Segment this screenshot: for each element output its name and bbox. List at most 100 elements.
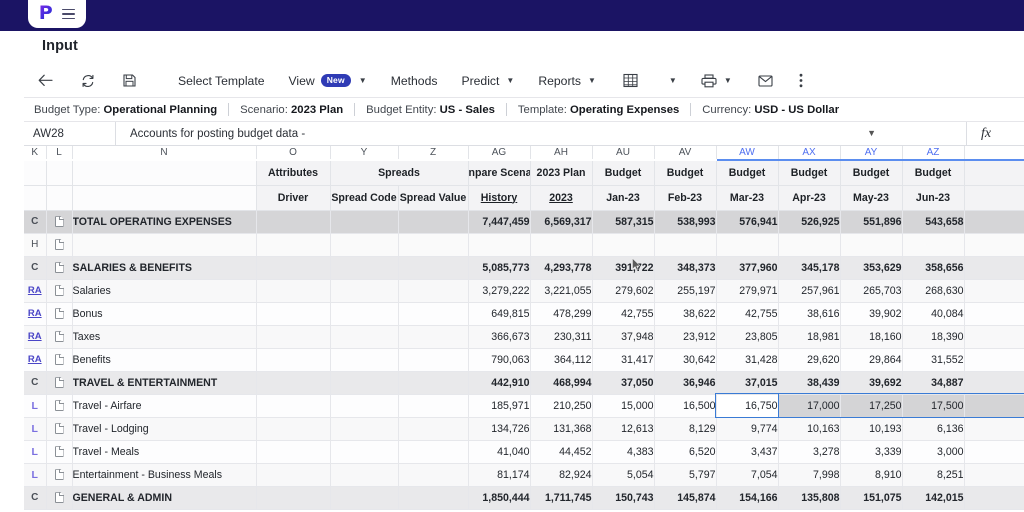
budget-month-cell[interactable]: 29,620 bbox=[778, 348, 841, 372]
row-marker-line[interactable]: L bbox=[32, 400, 38, 412]
budget-month-cell[interactable]: 150,743 bbox=[592, 486, 655, 510]
row-note-cell[interactable] bbox=[46, 325, 73, 349]
driver-cell[interactable] bbox=[256, 325, 331, 349]
chevron-down-icon[interactable]: ▼ bbox=[867, 128, 876, 138]
history-value-cell[interactable]: 5,085,773 bbox=[468, 256, 531, 280]
back-button[interactable] bbox=[24, 68, 67, 94]
budget-month-cell[interactable]: 38,439 bbox=[778, 371, 841, 395]
row-note-cell[interactable] bbox=[46, 440, 73, 464]
row-marker[interactable]: RA bbox=[24, 325, 47, 349]
row-note-cell[interactable] bbox=[46, 256, 73, 280]
col-letter-AX[interactable]: AX bbox=[778, 146, 841, 161]
budget-month-cell[interactable]: 29,707 bbox=[964, 348, 1024, 372]
spread-code-cell[interactable] bbox=[330, 394, 399, 418]
budget-month-cell[interactable]: 6,520 bbox=[654, 440, 717, 464]
col-letter-L[interactable]: L bbox=[46, 146, 73, 161]
spread-code-cell[interactable] bbox=[330, 348, 399, 372]
budget-month-cell[interactable]: 16,750 bbox=[716, 394, 779, 418]
spread-code-cell[interactable] bbox=[330, 302, 399, 326]
history-value-cell[interactable]: 81,174 bbox=[468, 463, 531, 487]
more-options-button[interactable] bbox=[789, 68, 813, 94]
budget-month-cell[interactable]: 8,251 bbox=[902, 463, 965, 487]
row-marker[interactable]: RA bbox=[24, 348, 47, 372]
row-note-cell[interactable] bbox=[46, 417, 73, 441]
row-note-cell[interactable] bbox=[46, 233, 73, 257]
col-letter-BA[interactable]: BA bbox=[964, 146, 1024, 161]
account-label-cell[interactable]: Travel - Meals bbox=[72, 440, 257, 464]
budget-month-cell[interactable]: 576,941 bbox=[716, 210, 779, 234]
document-icon[interactable] bbox=[55, 469, 64, 480]
budget-month-cell[interactable]: 377,960 bbox=[716, 256, 779, 280]
col-letter-AV[interactable]: AV bbox=[654, 146, 717, 161]
account-label-cell[interactable]: Taxes bbox=[72, 325, 257, 349]
row-marker[interactable]: H bbox=[24, 233, 47, 257]
col-letter-AU[interactable]: AU bbox=[592, 146, 655, 161]
budget-month-cell[interactable]: 6,136 bbox=[902, 417, 965, 441]
budget-month-cell[interactable]: 279,602 bbox=[592, 279, 655, 303]
row-note-cell[interactable] bbox=[46, 371, 73, 395]
budget-month-cell[interactable]: 279,971 bbox=[716, 279, 779, 303]
spread-value-cell[interactable] bbox=[398, 440, 469, 464]
app-logo-tab[interactable]: P bbox=[28, 0, 86, 28]
budget-month-cell[interactable]: 18,981 bbox=[778, 325, 841, 349]
budget-month-cell[interactable] bbox=[654, 233, 717, 257]
budget-month-cell[interactable]: 145,874 bbox=[654, 486, 717, 510]
budget-entity-context[interactable]: Budget Entity: US - Sales bbox=[355, 104, 506, 116]
plan-value-cell[interactable]: 468,994 bbox=[530, 371, 593, 395]
budget-month-cell[interactable]: 255,197 bbox=[654, 279, 717, 303]
budget-month-cell[interactable]: 137,276 bbox=[964, 486, 1024, 510]
row-marker-link[interactable]: RA bbox=[28, 285, 42, 296]
budget-month-cell[interactable]: 154,166 bbox=[716, 486, 779, 510]
budget-month-cell[interactable] bbox=[778, 233, 841, 257]
row-note-cell[interactable] bbox=[46, 279, 73, 303]
budget-month-cell[interactable]: 38,616 bbox=[778, 302, 841, 326]
budget-month-cell[interactable]: 39,902 bbox=[840, 302, 903, 326]
print-menu[interactable]: ▼ bbox=[691, 68, 742, 94]
budget-month-cell[interactable]: 3,437 bbox=[716, 440, 779, 464]
budget-month-cell[interactable]: 526,925 bbox=[778, 210, 841, 234]
cell-reference-box[interactable]: AW28 bbox=[24, 122, 116, 145]
budget-month-cell[interactable]: 31,552 bbox=[902, 348, 965, 372]
budget-month-cell[interactable]: 551,896 bbox=[840, 210, 903, 234]
document-icon[interactable] bbox=[55, 423, 64, 434]
driver-cell[interactable] bbox=[256, 210, 331, 234]
budget-month-cell[interactable]: 16,500 bbox=[654, 394, 717, 418]
account-label-cell[interactable]: TRAVEL & ENTERTAINMENT bbox=[72, 371, 257, 395]
budget-month-cell[interactable]: 587,315 bbox=[592, 210, 655, 234]
sub-hdr-history[interactable]: History bbox=[468, 185, 531, 211]
budget-month-cell[interactable]: 391,722 bbox=[592, 256, 655, 280]
budget-month-cell[interactable]: 38,296 bbox=[964, 302, 1024, 326]
row-note-cell[interactable] bbox=[46, 394, 73, 418]
driver-cell[interactable] bbox=[256, 440, 331, 464]
budget-month-cell[interactable]: 3,339 bbox=[840, 440, 903, 464]
budget-month-cell[interactable]: 17,250 bbox=[840, 394, 903, 418]
budget-month-cell[interactable]: 18,160 bbox=[840, 325, 903, 349]
col-letter-AW[interactable]: AW bbox=[716, 146, 779, 161]
col-letter-O[interactable]: O bbox=[256, 146, 331, 161]
budget-month-cell[interactable]: 8,129 bbox=[654, 417, 717, 441]
history-value-cell[interactable]: 185,971 bbox=[468, 394, 531, 418]
sub-hdr-2023[interactable]: 2023 bbox=[530, 185, 593, 211]
document-icon[interactable] bbox=[55, 400, 64, 411]
budget-month-cell[interactable]: 23,805 bbox=[716, 325, 779, 349]
spread-value-cell[interactable] bbox=[398, 233, 469, 257]
col-letter-N[interactable]: N bbox=[72, 146, 257, 161]
document-icon[interactable] bbox=[55, 377, 64, 388]
history-value-cell[interactable]: 366,673 bbox=[468, 325, 531, 349]
spread-value-cell[interactable] bbox=[398, 486, 469, 510]
history-value-cell[interactable]: 790,063 bbox=[468, 348, 531, 372]
spread-value-cell[interactable] bbox=[398, 463, 469, 487]
row-marker-link[interactable]: RA bbox=[28, 354, 42, 365]
driver-cell[interactable] bbox=[256, 233, 331, 257]
budget-month-cell[interactable] bbox=[592, 233, 655, 257]
spread-code-cell[interactable] bbox=[330, 486, 399, 510]
plan-value-cell[interactable]: 1,711,745 bbox=[530, 486, 593, 510]
budget-month-cell[interactable]: 268,630 bbox=[902, 279, 965, 303]
budget-month-cell[interactable]: 17,500 bbox=[902, 394, 965, 418]
account-label-cell[interactable]: Salaries bbox=[72, 279, 257, 303]
budget-month-cell[interactable] bbox=[902, 233, 965, 257]
budget-month-cell[interactable]: 39,692 bbox=[840, 371, 903, 395]
budget-month-cell[interactable] bbox=[840, 233, 903, 257]
account-label-cell[interactable]: Bonus bbox=[72, 302, 257, 326]
row-marker[interactable]: C bbox=[24, 210, 47, 234]
